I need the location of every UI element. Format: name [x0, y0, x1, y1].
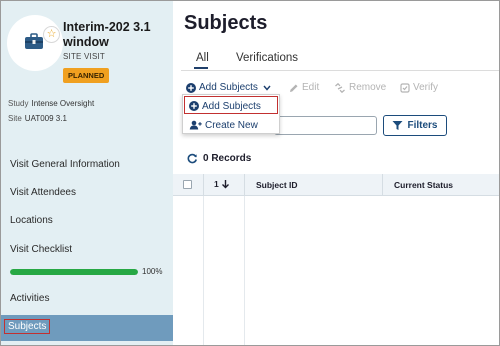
plus-circle-icon	[189, 101, 199, 111]
add-subjects-label: Add Subjects	[199, 82, 258, 93]
records-label: 0 Records	[203, 153, 252, 164]
progress-percent: 100%	[142, 267, 163, 276]
study-line: Study Intense Oversight	[8, 99, 94, 108]
verify-label: Verify	[413, 82, 439, 93]
refresh-icon[interactable]	[187, 153, 198, 164]
select-all-checkbox[interactable]	[183, 180, 192, 189]
filters-button[interactable]: Filters	[383, 115, 447, 136]
study-label: Study	[8, 99, 29, 108]
column-number-label: 1	[214, 179, 219, 189]
column-header-current-status[interactable]: Current Status	[394, 180, 453, 190]
site-label: Site	[8, 114, 22, 123]
column-separator	[382, 174, 383, 196]
sidebar-item-subjects-label: Subjects	[4, 319, 51, 334]
briefcase-icon	[25, 33, 43, 49]
tab-verifications[interactable]: Verifications	[236, 52, 298, 64]
column-line	[244, 196, 245, 345]
menu-item-create-new[interactable]: Create New	[183, 116, 279, 134]
remove-button[interactable]: Remove	[334, 82, 386, 93]
tab-all[interactable]: All	[196, 52, 209, 64]
pencil-icon	[290, 84, 298, 92]
app-frame: ☆ Interim-202 3.1 window SITE VISIT PLAN…	[0, 0, 500, 346]
study-value: Intense Oversight	[31, 99, 95, 108]
arrow-down-icon	[221, 180, 229, 189]
visit-logo: ☆	[7, 15, 63, 71]
verify-badge-icon	[400, 82, 410, 93]
sidebar-item-visit-checklist[interactable]: Visit Checklist	[1, 239, 173, 261]
table-header: 1 Subject ID Current Status	[173, 174, 499, 196]
progress-fill	[10, 269, 138, 275]
site-line: Site UAT009 3.1	[8, 114, 67, 123]
site-value: UAT009 3.1	[24, 114, 67, 123]
menu-item-add-subjects[interactable]: Add Subjects	[183, 97, 279, 115]
records-count: 0 Records	[187, 153, 251, 164]
filters-label: Filters	[407, 120, 438, 131]
table-body	[173, 196, 499, 345]
visit-type: SITE VISIT	[63, 52, 106, 61]
checklist-progress: 100%	[10, 267, 165, 277]
star-icon[interactable]: ☆	[43, 26, 60, 43]
menu-item-add-subjects-label: Add Subjects	[202, 100, 261, 112]
search-input[interactable]	[274, 116, 377, 135]
sidebar-item-locations[interactable]: Locations	[1, 210, 173, 232]
chevron-down-icon	[263, 85, 271, 91]
column-header-number[interactable]: 1	[214, 179, 230, 189]
add-subjects-menu: Add Subjects Create New	[182, 94, 280, 134]
remove-label: Remove	[349, 82, 387, 93]
visit-title: Interim-202 3.1 window	[63, 20, 151, 49]
tab-all-underline	[194, 67, 208, 69]
edit-button[interactable]: Edit	[289, 82, 319, 93]
verify-button[interactable]: Verify	[400, 82, 438, 93]
add-subjects-button[interactable]: Add Subjects	[186, 82, 275, 93]
tabs-divider	[181, 70, 499, 71]
funnel-icon	[392, 121, 403, 130]
main-panel: Subjects All Verifications Add Subjects …	[173, 1, 499, 345]
column-line	[203, 196, 204, 345]
column-separator	[244, 174, 245, 196]
column-separator	[203, 174, 204, 196]
edit-label: Edit	[302, 82, 320, 93]
progress-track	[10, 269, 138, 275]
sidebar-item-subjects[interactable]: Subjects	[1, 315, 173, 341]
plus-circle-icon	[186, 82, 196, 93]
sidebar: ☆ Interim-202 3.1 window SITE VISIT PLAN…	[1, 1, 173, 345]
status-badge: PLANNED	[63, 68, 110, 83]
person-add-icon	[189, 120, 202, 130]
sidebar-item-visit-general-information[interactable]: Visit General Information	[1, 154, 173, 176]
sidebar-item-visit-attendees[interactable]: Visit Attendees	[1, 182, 173, 204]
menu-item-create-new-label: Create New	[205, 119, 258, 131]
column-header-subject-id[interactable]: Subject ID	[256, 180, 298, 190]
sidebar-item-activities[interactable]: Activities	[1, 288, 173, 310]
unlink-icon	[335, 82, 345, 93]
page-title: Subjects	[184, 12, 268, 34]
